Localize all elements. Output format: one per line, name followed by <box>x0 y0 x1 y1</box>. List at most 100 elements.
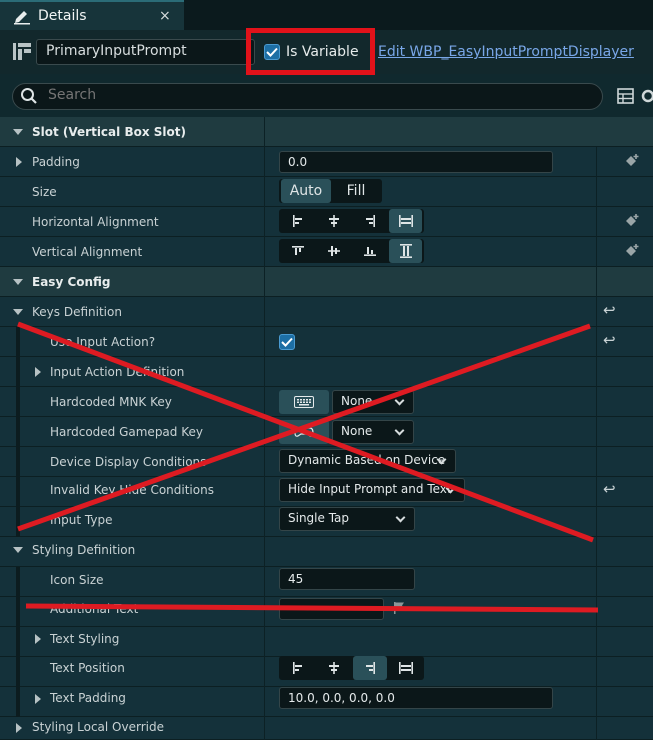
row-styling-definition: Styling Definition <box>0 537 653 567</box>
text-position-segment <box>279 656 424 680</box>
annotation-highlight-box <box>246 28 375 75</box>
align-fill-icon <box>398 215 413 227</box>
indent-guide <box>16 567 20 597</box>
gamepad-key-dropdown[interactable]: None <box>332 420 414 444</box>
search-input[interactable] <box>48 87 588 103</box>
gamepad-icon <box>294 427 314 437</box>
edit-blueprint-link[interactable]: Edit WBP_EasyInputPromptDisplayer <box>378 44 634 60</box>
search-icon <box>21 88 37 104</box>
position-left-button[interactable] <box>281 656 315 680</box>
property-label: Padding <box>32 155 80 169</box>
indent-guide <box>16 417 20 447</box>
add-keyframe-icon[interactable] <box>624 213 640 229</box>
dropdown-value: Hide Input Prompt and Text <box>288 482 452 496</box>
category-label: Easy Config <box>32 275 111 289</box>
icon-size-input[interactable]: 45 <box>279 568 415 590</box>
text-padding-input[interactable]: 10.0, 0.0, 0.0, 0.0 <box>279 687 553 709</box>
align-middle-button[interactable] <box>317 239 351 263</box>
align-top-button[interactable] <box>281 239 315 263</box>
category-slot[interactable]: Slot (Vertical Box Slot) <box>0 117 653 147</box>
row-size: Size Auto Fill <box>0 177 653 207</box>
key-capture-button[interactable] <box>279 390 329 414</box>
expand-arrow-icon[interactable] <box>35 634 41 644</box>
expand-arrow-icon[interactable] <box>13 279 23 285</box>
position-right-button[interactable] <box>353 656 387 680</box>
property-label: Keys Definition <box>32 305 122 319</box>
size-fill-button[interactable]: Fill <box>331 179 381 203</box>
widget-icon <box>13 43 31 60</box>
reset-arrow-icon[interactable]: ↩ <box>603 480 616 498</box>
size-toggle: Auto Fill <box>279 179 382 203</box>
key-capture-button[interactable] <box>279 420 329 444</box>
invalid-key-dropdown[interactable]: Hide Input Prompt and Text <box>279 478 465 502</box>
align-bottom-button[interactable] <box>353 239 387 263</box>
expand-arrow-icon[interactable] <box>13 547 23 553</box>
align-bottom-icon <box>364 247 376 256</box>
pencil-icon <box>14 11 30 25</box>
align-left-icon <box>293 662 302 674</box>
align-left-icon <box>293 215 302 227</box>
indent-guide <box>16 357 20 387</box>
align-left-button[interactable] <box>281 209 315 233</box>
align-center-button[interactable] <box>317 209 351 233</box>
position-center-button[interactable] <box>317 656 351 680</box>
checkmark-icon <box>281 337 293 347</box>
property-label: Hardcoded Gamepad Key <box>50 425 203 439</box>
expand-arrow-icon[interactable] <box>35 367 41 377</box>
expand-arrow-icon[interactable] <box>35 694 41 704</box>
property-label: Text Styling <box>50 632 120 646</box>
chevron-down-icon <box>395 512 406 523</box>
settings-icon[interactable] <box>639 87 653 105</box>
row-keys-definition: Keys Definition ↩ <box>0 297 653 327</box>
size-auto-button[interactable]: Auto <box>281 179 331 203</box>
property-label: Hardcoded MNK Key <box>50 395 172 409</box>
close-icon[interactable]: × <box>159 8 171 24</box>
reset-arrow-icon[interactable]: ↩ <box>603 331 616 349</box>
position-fill-button[interactable] <box>389 656 422 680</box>
align-fill-icon <box>398 662 413 674</box>
indent-guide <box>16 387 20 417</box>
use-input-action-checkbox[interactable] <box>279 334 295 350</box>
row-text-padding: Text Padding 10.0, 0.0, 0.0, 0.0 <box>0 687 653 717</box>
row-gamepad-key: Hardcoded Gamepad Key None <box>0 417 653 447</box>
expand-arrow-icon[interactable] <box>16 723 22 733</box>
expand-arrow-icon[interactable] <box>13 309 23 315</box>
row-use-input-action: Use Input Action? ↩ <box>0 327 653 357</box>
add-keyframe-icon[interactable] <box>624 243 640 259</box>
padding-input[interactable]: 0.0 <box>279 151 553 173</box>
property-label: Styling Definition <box>32 543 136 557</box>
flag-icon[interactable] <box>392 601 406 615</box>
indent-guide <box>16 327 20 357</box>
expand-arrow-icon[interactable] <box>13 129 23 135</box>
row-vertical-alignment: Vertical Alignment <box>0 237 653 267</box>
indent-guide <box>16 447 20 477</box>
indent-guide <box>16 507 20 537</box>
category-easy-config[interactable]: Easy Config <box>0 267 653 297</box>
grid-view-icon[interactable] <box>617 88 634 104</box>
indent-guide <box>16 657 20 687</box>
add-keyframe-icon[interactable] <box>624 153 640 169</box>
dropdown-value: Single Tap <box>288 511 350 525</box>
details-tab[interactable]: Details × <box>0 0 184 30</box>
mnk-key-dropdown[interactable]: None <box>332 390 414 414</box>
device-conditions-dropdown[interactable]: Dynamic Based on Device <box>279 449 456 473</box>
indent-guide <box>16 627 20 657</box>
reset-arrow-icon[interactable]: ↩ <box>603 301 616 319</box>
expand-arrow-icon[interactable] <box>16 157 22 167</box>
property-label: Device Display Conditions <box>50 455 207 469</box>
property-label: Input Action Definition <box>50 365 185 379</box>
indent-guide <box>16 687 20 717</box>
align-right-button[interactable] <box>353 209 387 233</box>
chevron-down-icon <box>394 425 405 436</box>
align-fill-button[interactable] <box>389 209 422 233</box>
column-divider <box>264 117 265 740</box>
additional-text-input[interactable] <box>279 598 384 620</box>
tab-title: Details <box>38 8 87 24</box>
category-label: Slot (Vertical Box Slot) <box>32 125 186 139</box>
align-right-icon <box>366 215 375 227</box>
row-input-type: Input Type Single Tap <box>0 507 653 537</box>
object-name-field[interactable]: PrimaryInputPrompt <box>36 39 255 65</box>
row-text-styling: Text Styling <box>0 627 653 657</box>
align-vfill-button[interactable] <box>389 239 422 263</box>
input-type-dropdown[interactable]: Single Tap <box>279 507 415 531</box>
